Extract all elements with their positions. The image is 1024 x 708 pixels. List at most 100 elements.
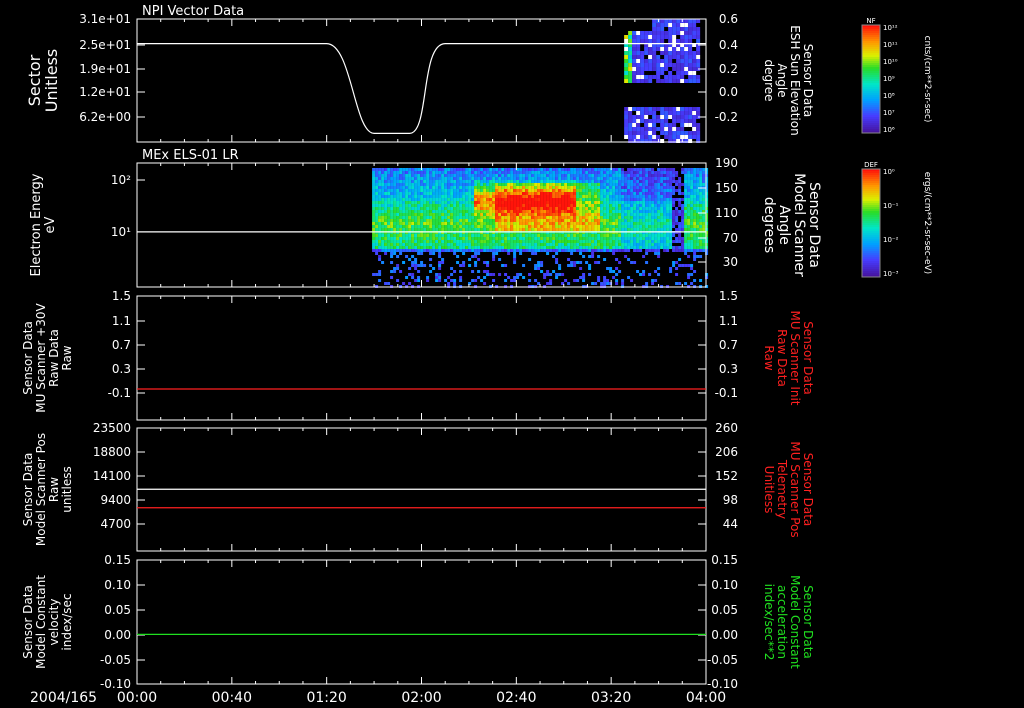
colorbar-tick-label: 10⁹ (883, 75, 895, 83)
right-axis-label: acceleration (775, 585, 789, 659)
left-tick-label: 0.7 (112, 338, 131, 352)
colorbar-tick-label: 10¹² (883, 24, 898, 32)
right-tick-label: 206 (715, 445, 738, 459)
left-tick-label: 6.2e+00 (79, 110, 131, 124)
right-tick-label: 0.05 (711, 603, 738, 617)
colorbar-tick-label: 10⁸ (883, 92, 895, 100)
sun-elevation-line (137, 43, 706, 134)
colorbar-tick-label: 10⁻³ (883, 270, 899, 278)
right-tick-label: 0.4 (719, 38, 738, 52)
left-tick-label: 1.2e+01 (79, 85, 131, 99)
colorbar-tick-label: 10⁻¹ (883, 202, 899, 210)
right-axis-label: Angle (775, 63, 789, 97)
chart-canvas: 3.1e+01 2.5e+01 1.9e+01 1.2e+01 6.2e+00 0.6 0.… (21, 4, 932, 706)
colorbar-2 (862, 169, 880, 277)
right-tick-label: 44 (723, 517, 738, 531)
left-tick-label: 0.00 (104, 628, 131, 642)
left-tick-label: -0.05 (100, 653, 131, 667)
left-tick-label: 2.5e+01 (79, 38, 131, 52)
right-tick-label: -0.2 (715, 110, 738, 124)
right-tick-label: 150 (715, 181, 738, 195)
left-tick-label: 1.1 (112, 314, 131, 328)
colorbar-units: ergs/(cm**2-sr-sec-eV) (922, 172, 932, 274)
x-tick-label: 02:40 (496, 690, 536, 706)
right-tick-label: -0.05 (707, 653, 738, 667)
right-axis-label: Raw Data (775, 329, 789, 387)
left-axis-label: MU Scanner +30V (34, 303, 48, 413)
x-tick-label: 00:40 (212, 690, 252, 706)
right-tick-label: 110 (715, 206, 738, 220)
colorbar-tick-label: 10¹⁰ (883, 58, 898, 66)
left-tick-label: 23500 (93, 421, 131, 435)
right-tick-label: 0.3 (719, 362, 738, 376)
right-axis-label: Sensor Data (801, 585, 815, 659)
left-tick-label: 0.10 (104, 578, 131, 592)
left-axis-label: Electron Energy (29, 173, 44, 276)
left-axis-label: Sensor Data (21, 453, 35, 527)
panel-frame-3 (136, 295, 707, 421)
right-tick-label: 0.6 (719, 12, 738, 26)
right-tick-label: 0.2 (719, 62, 738, 76)
left-axis-label: Sensor Data (21, 321, 35, 395)
right-tick-label: -0.1 (715, 386, 738, 400)
date-label: 2004/165 (30, 690, 97, 706)
left-tick-label: 9400 (100, 493, 131, 507)
left-tick-label: -0.1 (108, 386, 131, 400)
left-tick-label: 0.3 (112, 362, 131, 376)
left-tick-label: 18800 (93, 445, 131, 459)
right-axis-label: Sensor Data (801, 44, 815, 118)
left-axis-label: Raw Data (47, 329, 61, 387)
right-axis-label: Telemetry (775, 459, 789, 519)
left-tick-label: 10² (111, 173, 131, 187)
colorbar-tick-label: 10⁶ (883, 126, 895, 134)
left-tick-label: 14100 (93, 469, 131, 483)
right-tick-label: 152 (715, 469, 738, 483)
colorbar-tick-label: 10⁰ (883, 168, 895, 176)
colorbar-1 (862, 25, 880, 133)
els-spectrogram (372, 168, 709, 288)
left-axis-label: eV (43, 216, 58, 233)
right-axis-label: Sensor Data (801, 453, 815, 527)
right-axis-label: degrees (761, 197, 777, 253)
colorbar-units: cnts/(cm**2-sr-sec) (922, 36, 932, 123)
left-axis-label: Model Scanner Pos (34, 433, 48, 546)
right-tick-label: 260 (715, 421, 738, 435)
left-tick-label: 10¹ (111, 225, 131, 239)
right-tick-label: 0.00 (711, 628, 738, 642)
left-tick-label: 4700 (100, 517, 131, 531)
x-tick-label: 04:00 (686, 690, 726, 706)
left-axis-label: Raw (60, 345, 74, 370)
left-axis-label: Model Constant (34, 575, 48, 669)
right-axis-label: Angle (776, 205, 792, 245)
right-tick-label: 30 (723, 255, 738, 269)
right-tick-label: 0.0 (719, 85, 738, 99)
left-tick-label: 0.15 (104, 553, 131, 567)
colorbar-tick-label: 10⁻² (883, 236, 899, 244)
right-tick-label: 70 (723, 231, 738, 245)
left-tick-label: 1.9e+01 (79, 62, 131, 76)
panel-frame-1 (136, 18, 707, 143)
right-axis-label: MU Scanner Pos (788, 441, 802, 537)
right-axis-label: index/sec**2 (762, 584, 776, 661)
right-axis-label: Model Constant (788, 575, 802, 669)
left-axis-label: unitless (60, 466, 74, 512)
left-axis-label: Sensor Data (21, 585, 35, 659)
left-tick-label: 0.05 (104, 603, 131, 617)
right-tick-label: 0.15 (711, 553, 738, 567)
right-tick-label: 0.7 (719, 338, 738, 352)
right-tick-label: 0.10 (711, 578, 738, 592)
left-tick-label: -0.10 (100, 677, 131, 691)
right-tick-label: 190 (715, 156, 738, 170)
x-tick-label: 01:20 (306, 690, 346, 706)
left-tick-label: 1.5 (112, 289, 131, 303)
right-tick-label: -0.10 (707, 677, 738, 691)
right-tick-label: 98 (723, 493, 738, 507)
right-tick-label: 1.1 (719, 314, 738, 328)
colorbar-label: NF (866, 17, 875, 25)
panel-title: NPI Vector Data (142, 4, 244, 19)
right-tick-label: 1.5 (719, 289, 738, 303)
x-tick-label: 02:00 (401, 690, 441, 706)
right-axis-label: ESH Sun Elevation (788, 25, 802, 135)
right-axis-label: MU Scanner Init (788, 310, 802, 405)
right-axis-label: Raw (762, 345, 776, 370)
